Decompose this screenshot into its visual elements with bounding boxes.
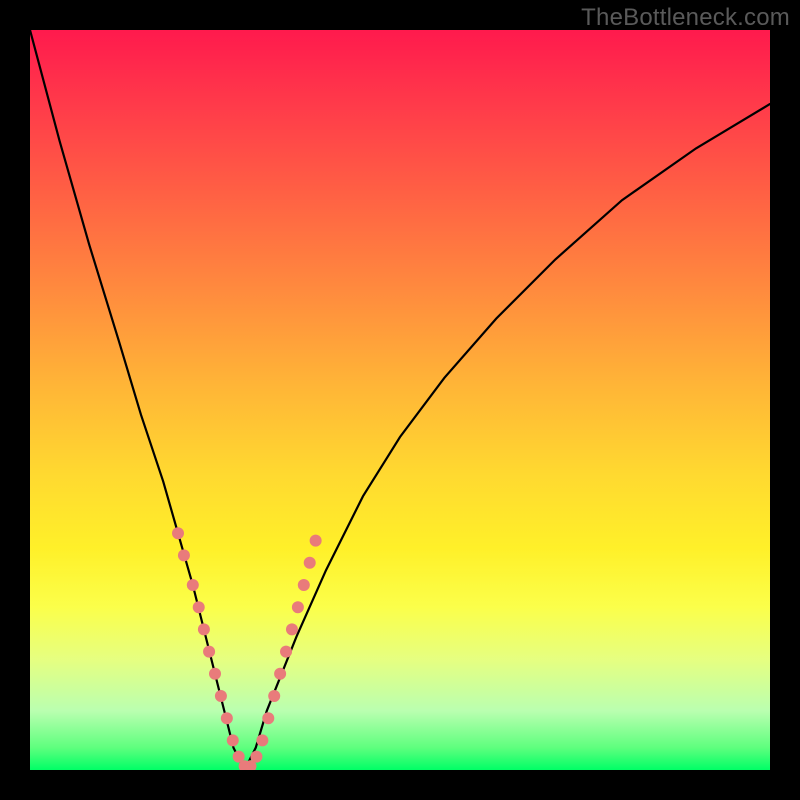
sample-point bbox=[298, 579, 310, 591]
sample-point bbox=[172, 527, 184, 539]
sample-point bbox=[268, 690, 280, 702]
sample-point bbox=[221, 712, 233, 724]
sample-point bbox=[227, 734, 239, 746]
sample-point bbox=[198, 623, 210, 635]
sample-point bbox=[274, 668, 286, 680]
sample-point bbox=[215, 690, 227, 702]
sample-point bbox=[193, 601, 205, 613]
sample-point bbox=[187, 579, 199, 591]
sample-point bbox=[178, 549, 190, 561]
sample-point bbox=[256, 734, 268, 746]
sample-point bbox=[250, 751, 262, 763]
sample-point bbox=[286, 623, 298, 635]
sample-point bbox=[209, 668, 221, 680]
chart-frame: TheBottleneck.com bbox=[0, 0, 800, 800]
sample-point bbox=[262, 712, 274, 724]
sample-point bbox=[310, 535, 322, 547]
sample-point bbox=[304, 557, 316, 569]
sample-point bbox=[280, 646, 292, 658]
plot-area bbox=[30, 30, 770, 770]
watermark-text: TheBottleneck.com bbox=[581, 4, 790, 32]
sample-point bbox=[292, 601, 304, 613]
sample-point bbox=[203, 646, 215, 658]
bottleneck-curve bbox=[30, 30, 770, 770]
chart-overlay bbox=[30, 30, 770, 770]
sample-points bbox=[172, 527, 322, 770]
